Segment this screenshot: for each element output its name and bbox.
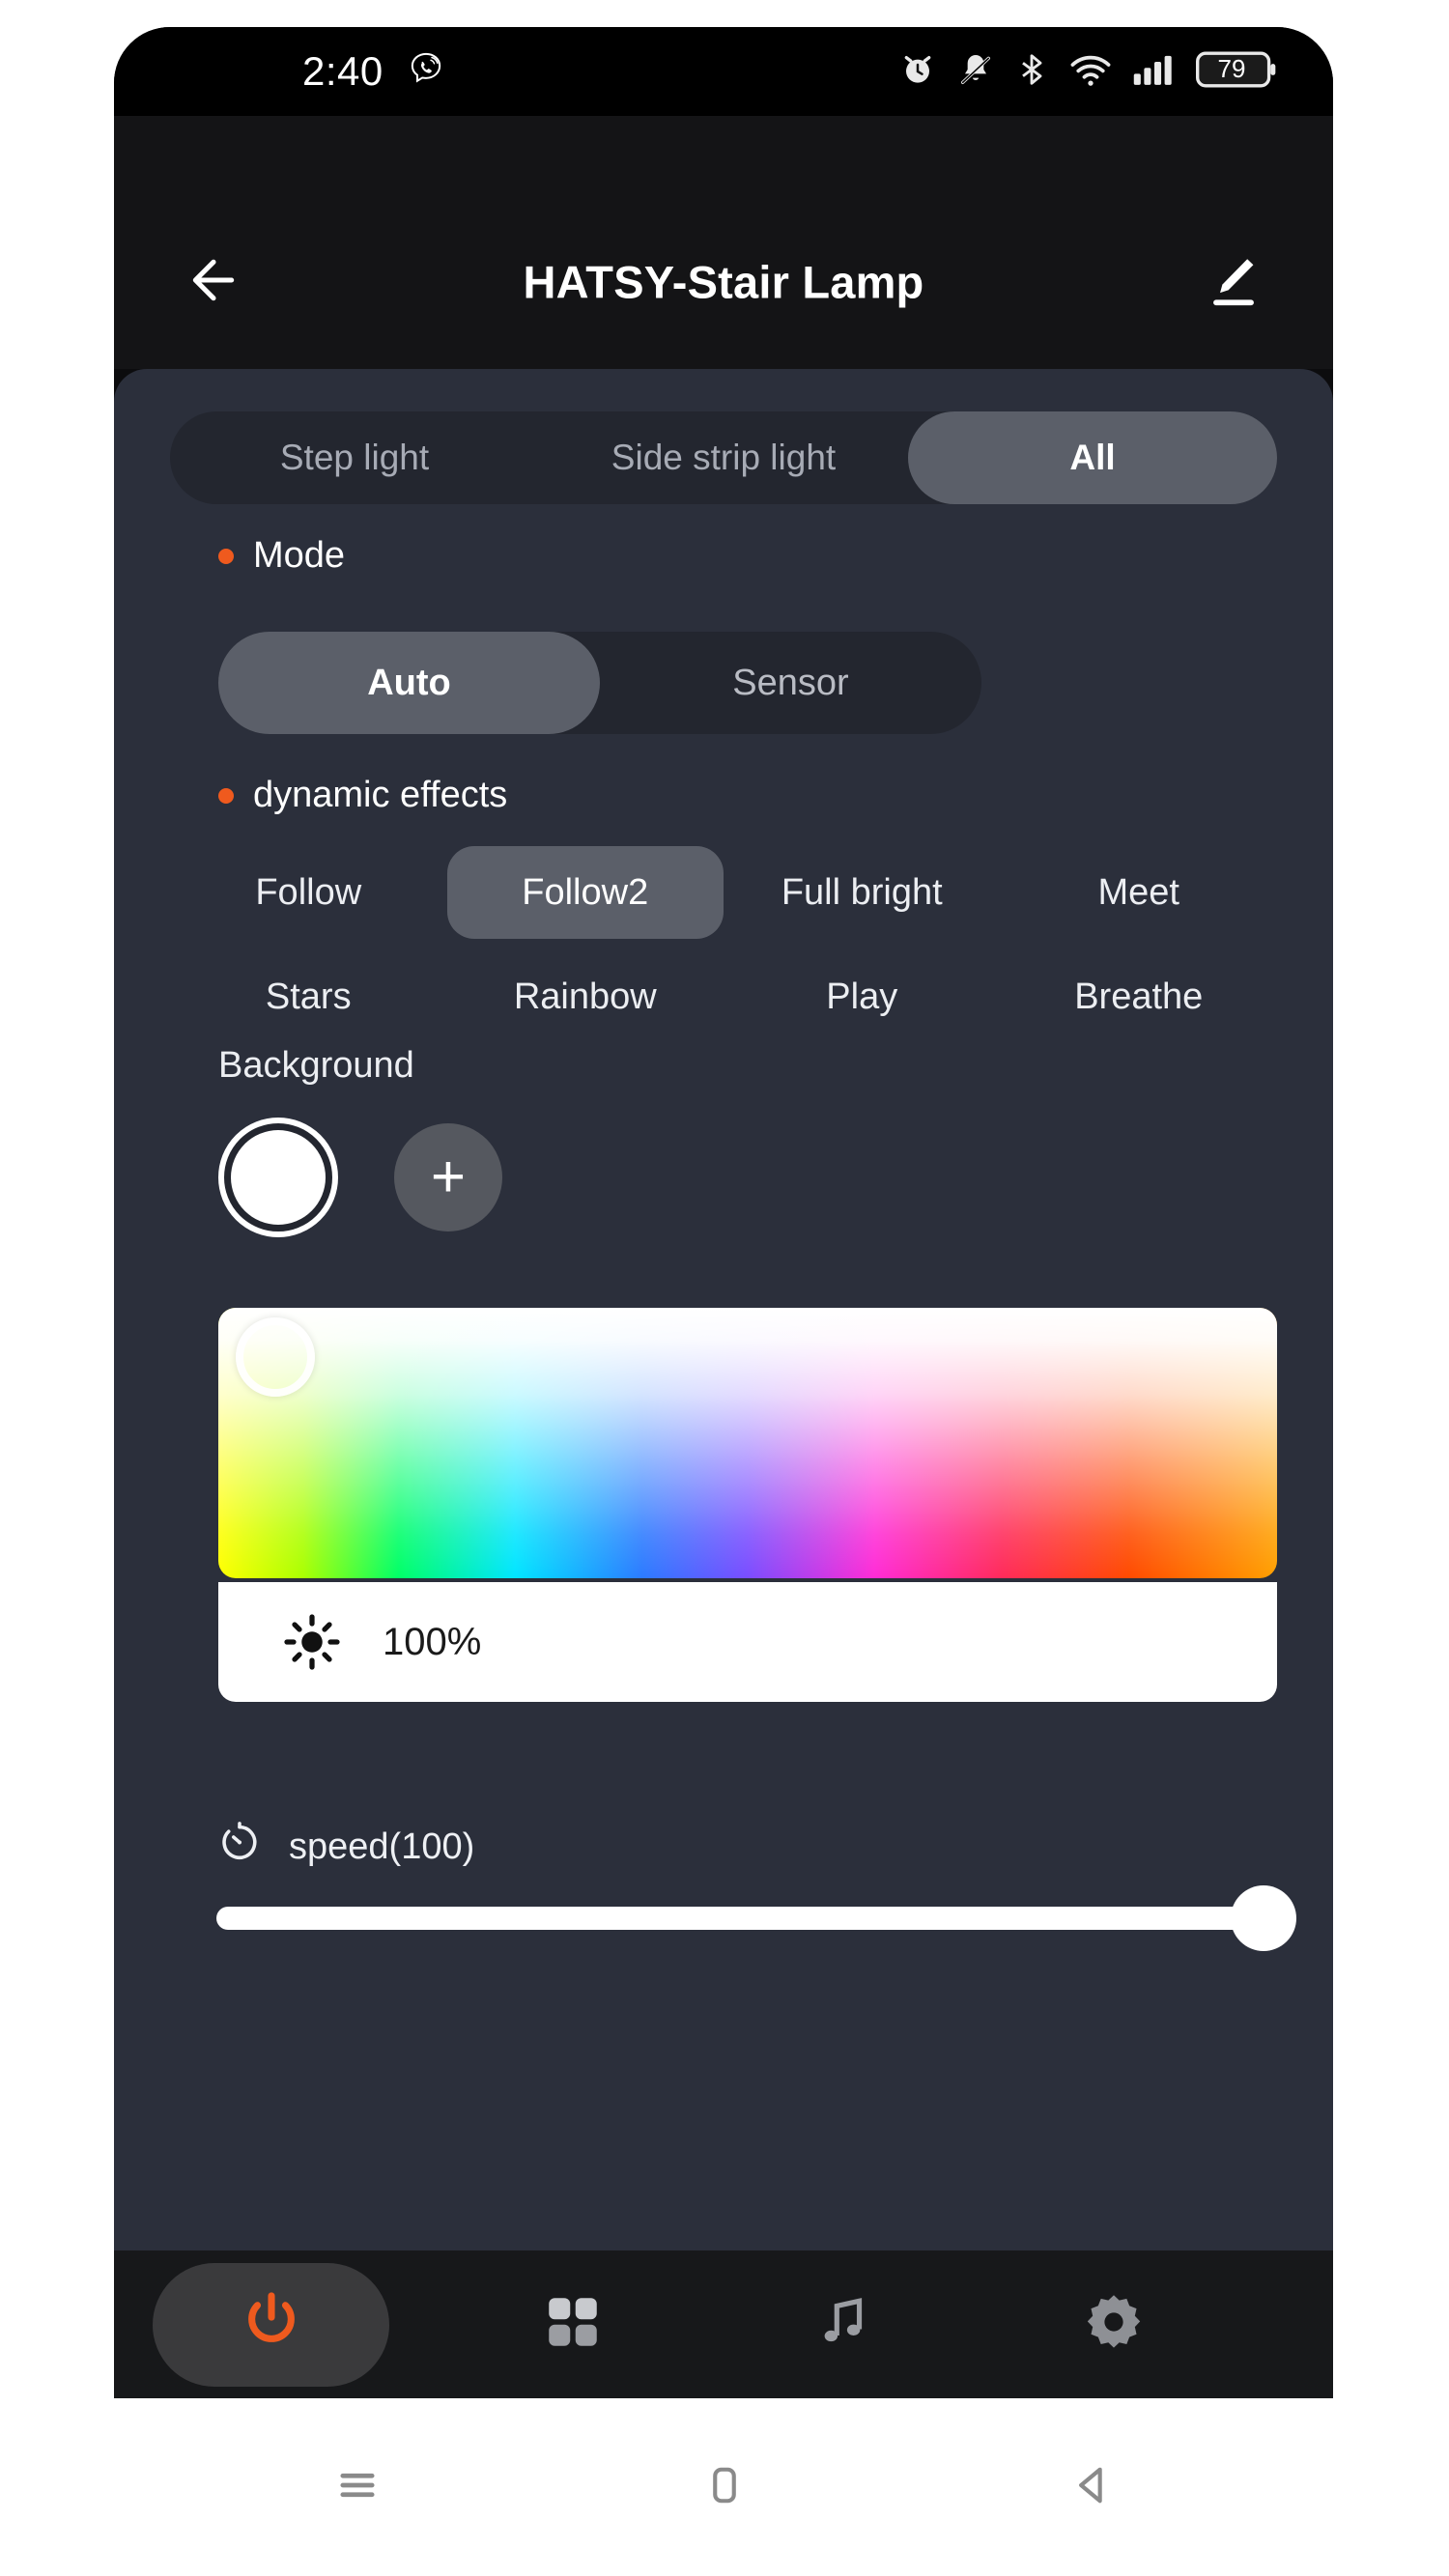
music-note-icon bbox=[813, 2292, 873, 2357]
status-time: 2:40 bbox=[302, 48, 384, 94]
picker-saturation-layer bbox=[218, 1308, 1277, 1578]
effects-row-2: Stars Rainbow Play Breathe bbox=[170, 950, 1277, 1043]
stopwatch-icon bbox=[215, 1818, 264, 1876]
battery-icon: 79 bbox=[1196, 49, 1277, 95]
settings-button[interactable] bbox=[1061, 2272, 1167, 2378]
tab-step-light[interactable]: Step light bbox=[170, 411, 539, 504]
mode-sensor-button[interactable]: Sensor bbox=[600, 632, 981, 734]
gear-icon bbox=[1081, 2289, 1147, 2360]
music-button[interactable] bbox=[790, 2272, 896, 2378]
tab-all[interactable]: All bbox=[908, 411, 1277, 504]
recents-button[interactable] bbox=[266, 2429, 449, 2545]
mode-section-label: Mode bbox=[218, 535, 345, 577]
dynamic-effects-label-text: dynamic effects bbox=[253, 775, 508, 815]
color-swatch-white-selected[interactable] bbox=[218, 1118, 338, 1237]
tab-side-strip-light[interactable]: Side strip light bbox=[539, 411, 908, 504]
cellular-signal-icon bbox=[1132, 50, 1177, 94]
status-bar: 2:40 79 bbox=[114, 27, 1333, 116]
effect-stars[interactable]: Stars bbox=[170, 950, 447, 1043]
brightness-value: 100% bbox=[383, 1620, 482, 1663]
sun-brightness-icon bbox=[282, 1612, 342, 1672]
dynamic-effects-section-label: dynamic effects bbox=[218, 775, 507, 816]
bullet-dot-icon bbox=[218, 787, 234, 804]
effect-follow2[interactable]: Follow2 bbox=[446, 846, 724, 939]
hamburger-icon bbox=[332, 2460, 383, 2515]
mode-label-text: Mode bbox=[253, 535, 346, 576]
mode-auto-button[interactable]: Auto bbox=[218, 632, 600, 734]
wifi-icon bbox=[1068, 50, 1113, 94]
status-bar-right: 79 bbox=[898, 27, 1277, 116]
color-picker-gradient[interactable] bbox=[218, 1308, 1277, 1578]
pencil-edit-icon bbox=[1204, 250, 1264, 315]
android-nav-bar bbox=[0, 2398, 1449, 2576]
effect-play[interactable]: Play bbox=[724, 950, 1001, 1043]
effect-meet[interactable]: Meet bbox=[1001, 846, 1278, 939]
edit-device-button[interactable] bbox=[1192, 241, 1275, 324]
add-color-button[interactable]: + bbox=[394, 1123, 502, 1231]
swatch-fill bbox=[231, 1130, 326, 1225]
scenes-button[interactable] bbox=[520, 2272, 626, 2378]
back-triangle-icon bbox=[1066, 2460, 1117, 2515]
home-rounded-rect-icon bbox=[699, 2460, 750, 2515]
effect-rainbow[interactable]: Rainbow bbox=[447, 950, 724, 1043]
phone-viewport: 2:40 79 HATSY-Stair Lamp Step light Side… bbox=[114, 27, 1333, 2398]
grid-icon bbox=[541, 2290, 605, 2359]
battery-level-text: 79 bbox=[1217, 54, 1246, 83]
background-swatch-row: + bbox=[218, 1118, 502, 1237]
back-button[interactable] bbox=[1000, 2429, 1183, 2545]
status-bar-left: 2:40 bbox=[302, 27, 445, 116]
brightness-slider[interactable]: 100% bbox=[218, 1582, 1277, 1702]
speed-slider[interactable] bbox=[216, 1885, 1296, 1951]
speed-label-text: speed(100) bbox=[289, 1826, 475, 1867]
app-screenshot: 2:40 79 HATSY-Stair Lamp Step light Side… bbox=[0, 0, 1449, 2576]
speed-slider-knob[interactable] bbox=[1231, 1885, 1296, 1951]
power-icon bbox=[236, 2286, 307, 2363]
effect-follow[interactable]: Follow bbox=[170, 846, 447, 939]
zone-tab-group: Step light Side strip light All bbox=[170, 411, 1277, 504]
mode-toggle-group: Auto Sensor bbox=[218, 632, 981, 734]
bell-muted-icon bbox=[956, 50, 995, 94]
viber-call-icon bbox=[407, 50, 445, 94]
page-title: HATSY-Stair Lamp bbox=[523, 256, 924, 308]
effect-full-bright[interactable]: Full bright bbox=[724, 846, 1001, 939]
effects-row-1: Follow Follow2 Full bright Meet bbox=[170, 846, 1277, 939]
background-label: Background bbox=[218, 1045, 414, 1086]
power-button[interactable] bbox=[153, 2262, 389, 2387]
control-panel: Step light Side strip light All Mode Aut… bbox=[114, 369, 1333, 2250]
home-button[interactable] bbox=[633, 2429, 816, 2545]
app-header: HATSY-Stair Lamp bbox=[114, 116, 1333, 369]
effect-breathe[interactable]: Breathe bbox=[1001, 950, 1278, 1043]
alarm-clock-icon bbox=[898, 50, 937, 94]
bottom-nav-bar bbox=[114, 2250, 1333, 2398]
color-picker-handle[interactable] bbox=[236, 1317, 315, 1397]
bullet-dot-icon bbox=[218, 548, 234, 564]
speed-label-row: speed(100) bbox=[215, 1818, 474, 1876]
bluetooth-icon bbox=[1014, 50, 1049, 94]
